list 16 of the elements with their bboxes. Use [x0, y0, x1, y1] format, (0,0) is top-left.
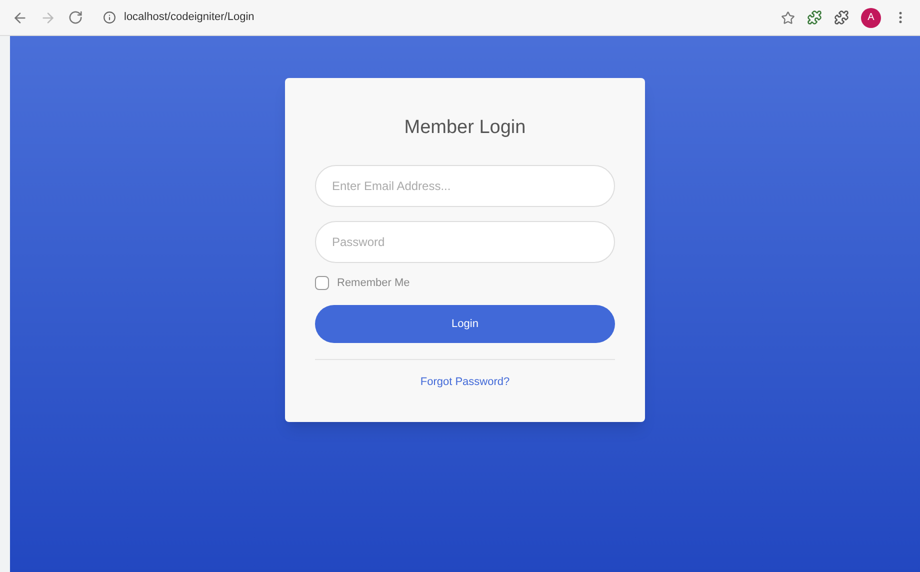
- info-icon: [103, 11, 116, 24]
- remember-checkbox[interactable]: [315, 276, 329, 290]
- password-field[interactable]: Password: [315, 220, 615, 262]
- profile-avatar[interactable]: A: [861, 8, 881, 28]
- login-title: Member Login: [404, 116, 526, 140]
- extension-icon[interactable]: [834, 10, 849, 25]
- reload-icon[interactable]: [68, 10, 83, 25]
- address-bar[interactable]: localhost/codeigniter/Login: [95, 4, 769, 30]
- remember-label: Remember Me: [337, 276, 410, 290]
- back-icon[interactable]: [12, 10, 28, 26]
- extension-icon[interactable]: [807, 10, 822, 25]
- email-field[interactable]: Enter Email Address...: [315, 164, 615, 206]
- forgot-password-link[interactable]: Forgot Password?: [420, 374, 510, 390]
- url-text: localhost/codeigniter/Login: [124, 10, 254, 26]
- login-button[interactable]: Login: [315, 305, 615, 343]
- star-icon[interactable]: [781, 10, 795, 24]
